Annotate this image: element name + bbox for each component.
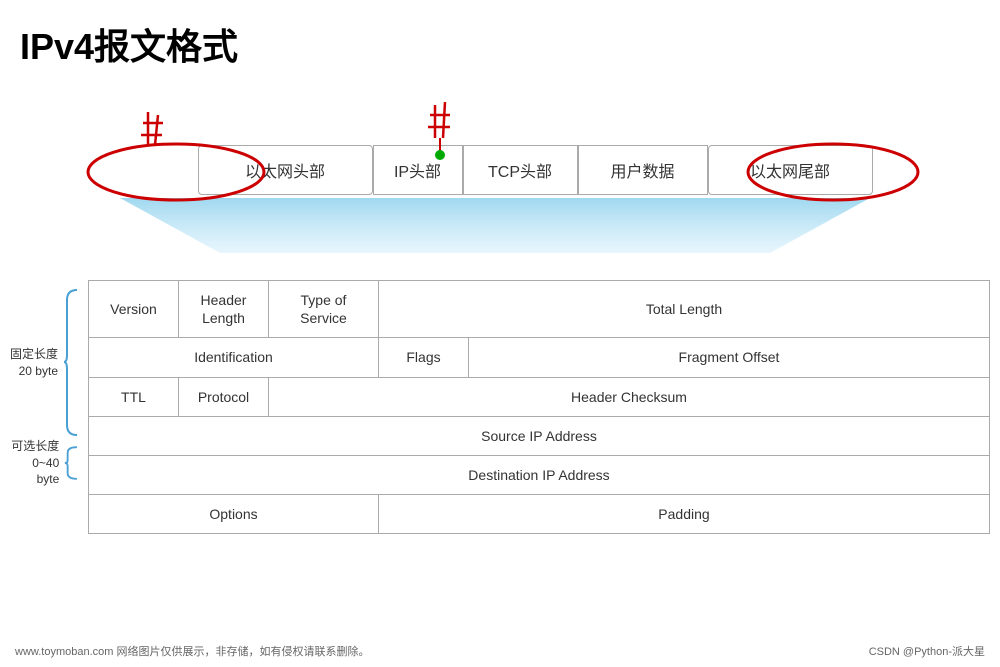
cell-source-ip: Source IP Address [89,416,990,455]
user-data-box: 用户数据 [578,145,708,195]
cell-protocol: Protocol [179,377,269,416]
footer: www.toymoban.com 网络图片仅供展示，非存储，如有侵权请联系删除。… [0,643,1000,659]
tcp-head-box: TCP头部 [463,145,578,195]
frame-container: 以太网头部 IP头部 TCP头部 用户数据 以太网尾部 [80,145,990,195]
table-row: Version HeaderLength Type ofService Tota… [89,281,990,338]
eth-head-box: 以太网头部 [198,145,373,195]
cell-type-of-service: Type ofService [269,281,379,338]
ipv4-table: Version HeaderLength Type ofService Tota… [88,280,990,534]
cell-header-length: HeaderLength [179,281,269,338]
optional-length-label: 可选长度0~40 byte [10,438,59,488]
blue-gradient [120,198,870,253]
table-row: Destination IP Address [89,455,990,494]
footer-left: www.toymoban.com 网络图片仅供展示，非存储，如有侵权请联系删除。 [15,643,369,659]
cell-padding: Padding [379,495,990,534]
page-title: IPv4报文格式 [0,0,1000,80]
eth-tail-box: 以太网尾部 [708,145,873,195]
cell-ttl: TTL [89,377,179,416]
ip-head-box: IP头部 [373,145,463,195]
cell-flags: Flags [379,338,469,377]
cell-total-length: Total Length [379,281,990,338]
diagram-area: 以太网头部 IP头部 TCP头部 用户数据 以太网尾部 [0,90,1000,290]
cell-options: Options [89,495,379,534]
cell-fragment-offset: Fragment Offset [469,338,990,377]
table-row: Options Padding [89,495,990,534]
table-row: TTL Protocol Header Checksum [89,377,990,416]
table-row: Source IP Address [89,416,990,455]
cell-identification: Identification [89,338,379,377]
cell-destination-ip: Destination IP Address [89,455,990,494]
cell-version: Version [89,281,179,338]
fixed-brace [62,285,80,440]
table-section: 固定长度20 byte 可选长度0~40 byte Version Header… [0,280,1000,534]
table-row: Identification Flags Fragment Offset [89,338,990,377]
footer-right: CSDN @Python-派大星 [869,643,985,659]
cell-header-checksum: Header Checksum [269,377,990,416]
fixed-length-label: 固定长度20 byte [10,346,58,380]
optional-brace [63,442,80,484]
